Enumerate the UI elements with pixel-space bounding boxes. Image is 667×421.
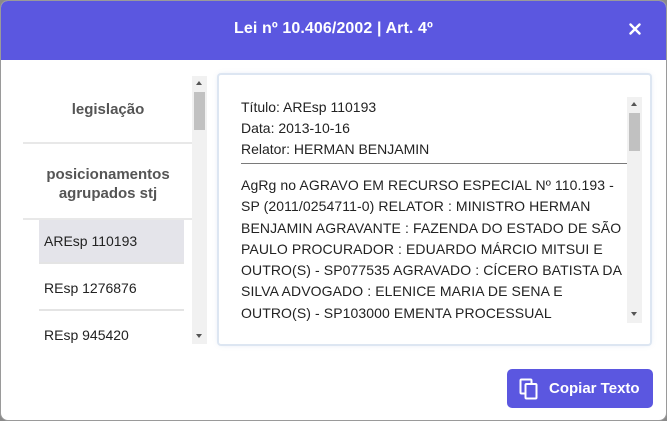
copy-icon bbox=[519, 378, 539, 400]
document-data: Data: 2013-10-16 bbox=[241, 120, 350, 136]
document-ementa: AgRg no AGRAVO EM RECURSO ESPECIAL Nº 11… bbox=[241, 177, 622, 321]
scroll-down-arrow-icon[interactable] bbox=[631, 312, 637, 316]
modal-dialog: Lei nº 10.406/2002 | Art. 4º legislação … bbox=[0, 0, 667, 421]
document-text: Título: AREsp 110193 Data: 2013-10-16 Re… bbox=[241, 97, 627, 324]
close-icon bbox=[629, 23, 641, 35]
document-titulo: Título: AREsp 110193 bbox=[241, 99, 377, 115]
scroll-down-arrow-icon[interactable] bbox=[196, 334, 202, 338]
copy-text-button[interactable]: Copiar Texto bbox=[507, 369, 653, 408]
scroll-up-arrow-icon[interactable] bbox=[196, 81, 202, 85]
document-scrollbar-thumb[interactable] bbox=[629, 113, 640, 151]
case-item-label: AREsp 110193 bbox=[44, 233, 138, 249]
document-scrollbar[interactable] bbox=[627, 97, 642, 323]
case-item-label: REsp 1276876 bbox=[44, 280, 137, 296]
left-navigation: legislação posicionamentos agrupados stj… bbox=[23, 76, 207, 344]
case-item-resp-945420[interactable]: REsp 945420 bbox=[39, 314, 184, 344]
modal-header: Lei nº 10.406/2002 | Art. 4º bbox=[1, 1, 666, 60]
nav-item-posicionamentos-label: posicionamentos agrupados stj bbox=[46, 165, 169, 203]
nav-scrollbar-thumb[interactable] bbox=[194, 92, 205, 130]
posicionamentos-line-2: agrupados stj bbox=[58, 185, 158, 202]
copy-text-label: Copiar Texto bbox=[549, 380, 640, 397]
document-panel: Título: AREsp 110193 Data: 2013-10-16 Re… bbox=[219, 75, 650, 344]
close-button[interactable] bbox=[626, 20, 644, 38]
scroll-up-arrow-icon[interactable] bbox=[631, 102, 637, 106]
nav-scrollbar[interactable] bbox=[192, 76, 207, 344]
modal-title: Lei nº 10.406/2002 | Art. 4º bbox=[234, 20, 433, 37]
posicionamentos-line-1: posicionamentos bbox=[46, 166, 170, 183]
document-divider bbox=[241, 163, 627, 164]
case-item-label: REsp 945420 bbox=[44, 327, 129, 343]
nav-item-legislacao-label: legislação bbox=[71, 100, 145, 118]
case-item-resp-1276876[interactable]: REsp 1276876 bbox=[39, 267, 184, 311]
nav-item-legislacao[interactable]: legislação bbox=[23, 76, 193, 144]
nav-item-posicionamentos[interactable]: posicionamentos agrupados stj bbox=[23, 150, 193, 220]
case-item-arasp-110193[interactable]: AREsp 110193 bbox=[39, 220, 184, 264]
document-relator: Relator: HERMAN BENJAMIN bbox=[241, 141, 430, 157]
